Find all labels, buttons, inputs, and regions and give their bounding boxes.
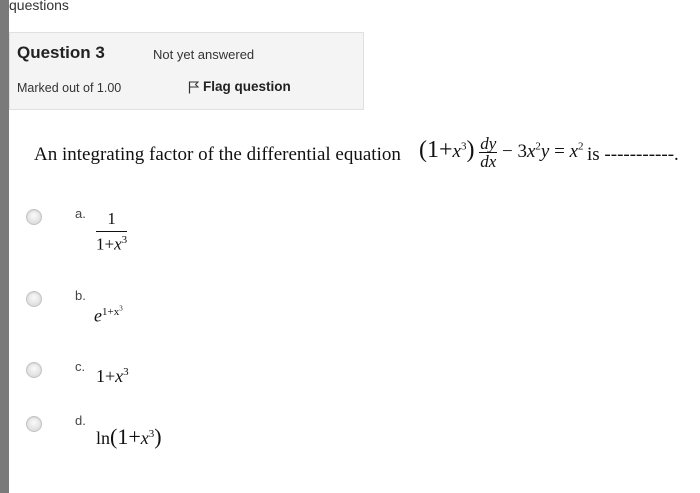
option-letter: a. bbox=[75, 206, 86, 221]
flag-icon bbox=[188, 81, 200, 94]
section-label: questions bbox=[9, 0, 69, 13]
radio-icon[interactable] bbox=[26, 362, 42, 378]
option-b-math: e1+x3 bbox=[94, 304, 123, 326]
question-status: Not yet answered bbox=[153, 47, 255, 62]
option-d-math: ln(1+x3) bbox=[96, 424, 162, 449]
option-letter: c. bbox=[75, 359, 86, 374]
radio-icon[interactable] bbox=[26, 291, 42, 307]
left-border bbox=[0, 0, 9, 493]
option-c-math: 1+x3 bbox=[96, 366, 129, 386]
option-letter: b. bbox=[75, 288, 86, 303]
flag-question-button[interactable]: Flag question bbox=[188, 79, 291, 94]
question-tail: is -----------. bbox=[587, 144, 679, 165]
question-statement: An integrating factor of the differentia… bbox=[34, 144, 401, 165]
derivative-fraction: dy dx bbox=[479, 134, 498, 171]
option-a-math: 1 1+x3 bbox=[96, 209, 128, 254]
flag-question-label: Flag question bbox=[203, 79, 291, 94]
question-info-box: Question 3 Not yet answered Marked out o… bbox=[9, 32, 364, 110]
differential-equation: (1+x3) dy dx − 3x2y = x2 bbox=[419, 134, 584, 171]
question-marks: Marked out of 1.00 bbox=[17, 81, 122, 95]
option-letter: d. bbox=[75, 413, 86, 428]
radio-icon[interactable] bbox=[26, 416, 42, 432]
radio-icon[interactable] bbox=[26, 209, 42, 225]
question-title: Question 3 bbox=[17, 43, 105, 62]
